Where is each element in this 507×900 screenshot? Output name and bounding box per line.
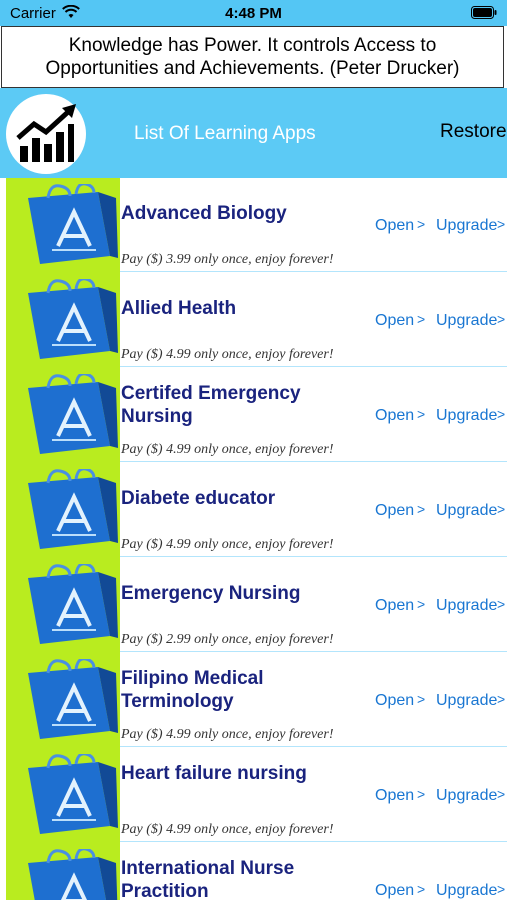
app-store-bag-icon — [18, 752, 118, 838]
app-price: Pay ($) 2.99 only once, enjoy forever! — [121, 632, 334, 647]
chevron-right-icon: > — [417, 216, 426, 232]
row-divider — [120, 271, 507, 272]
open-button[interactable]: Open — [375, 217, 414, 235]
list-item[interactable]: Advanced Biology Pay ($) 3.99 only once,… — [0, 178, 507, 273]
open-button[interactable]: Open — [375, 597, 414, 615]
row-divider — [120, 651, 507, 652]
app-name: International Nurse Practition — [121, 858, 295, 900]
status-time: 4:48 PM — [225, 5, 282, 22]
chevron-right-icon: > — [497, 691, 506, 707]
upgrade-button[interactable]: Upgrade — [436, 597, 497, 615]
page-title: List Of Learning Apps — [134, 123, 316, 144]
app-name: Advanced Biology — [121, 203, 287, 224]
upgrade-button[interactable]: Upgrade — [436, 407, 497, 425]
app-store-bag-icon — [18, 847, 118, 900]
app-store-bag-icon — [18, 277, 118, 363]
list-item[interactable]: International Nurse Practition Open > Up… — [0, 843, 507, 900]
app-store-bag-icon — [18, 182, 118, 268]
chevron-right-icon: > — [417, 691, 426, 707]
open-button[interactable]: Open — [375, 787, 414, 805]
open-button[interactable]: Open — [375, 312, 414, 330]
chevron-right-icon: > — [417, 786, 426, 802]
upgrade-button[interactable]: Upgrade — [436, 312, 497, 330]
chevron-right-icon: > — [497, 501, 506, 517]
open-button[interactable]: Open — [375, 692, 414, 710]
status-bar: Carrier 4:48 PM — [0, 0, 507, 26]
chevron-right-icon: > — [417, 596, 426, 612]
app-price: Pay ($) 4.99 only once, enjoy forever! — [121, 347, 334, 362]
chevron-right-icon: > — [497, 311, 506, 327]
app-header: List Of Learning Apps Restore — [0, 88, 507, 178]
list-item[interactable]: Filipino Medical Terminology Pay ($) 4.9… — [0, 653, 507, 748]
app-price: Pay ($) 4.99 only once, enjoy forever! — [121, 442, 334, 457]
app-name: Heart failure nursing — [121, 763, 307, 784]
chevron-right-icon: > — [417, 406, 426, 422]
app-price: Pay ($) 4.99 only once, enjoy forever! — [121, 822, 334, 837]
chevron-right-icon: > — [497, 881, 506, 897]
app-name: Certifed Emergency Nursing — [121, 383, 301, 427]
app-price: Pay ($) 3.99 only once, enjoy forever! — [121, 252, 334, 267]
quote-banner: Knowledge has Power. It controls Access … — [1, 26, 504, 88]
row-divider — [120, 841, 507, 842]
app-logo — [6, 94, 86, 174]
chevron-right-icon: > — [497, 406, 506, 422]
row-divider — [120, 366, 507, 367]
chevron-right-icon: > — [417, 501, 426, 517]
chevron-right-icon: > — [497, 216, 506, 232]
app-name: Diabete educator — [121, 488, 276, 509]
open-button[interactable]: Open — [375, 502, 414, 520]
battery-icon — [471, 6, 497, 19]
row-divider — [120, 746, 507, 747]
app-store-bag-icon — [18, 372, 118, 458]
app-name: Emergency Nursing — [121, 583, 301, 604]
chevron-right-icon: > — [497, 596, 506, 612]
apps-list: Advanced Biology Pay ($) 3.99 only once,… — [0, 178, 507, 900]
app-name: Filipino Medical Terminology — [121, 668, 264, 712]
row-divider — [120, 556, 507, 557]
chevron-right-icon: > — [417, 311, 426, 327]
list-item[interactable]: Heart failure nursing Pay ($) 4.99 only … — [0, 748, 507, 843]
app-name: Allied Health — [121, 298, 237, 319]
row-divider — [120, 461, 507, 462]
chevron-right-icon: > — [417, 881, 426, 897]
list-item[interactable]: Certifed Emergency Nursing Pay ($) 4.99 … — [0, 368, 507, 463]
app-price: Pay ($) 4.99 only once, enjoy forever! — [121, 537, 334, 552]
chevron-right-icon: > — [497, 786, 506, 802]
open-button[interactable]: Open — [375, 407, 414, 425]
upgrade-button[interactable]: Upgrade — [436, 502, 497, 520]
app-store-bag-icon — [18, 467, 118, 553]
open-button[interactable]: Open — [375, 882, 414, 900]
restore-button[interactable]: Restore — [440, 121, 507, 143]
upgrade-button[interactable]: Upgrade — [436, 882, 497, 900]
upgrade-button[interactable]: Upgrade — [436, 217, 497, 235]
chart-growth-icon — [16, 104, 76, 162]
list-item[interactable]: Diabete educator Pay ($) 4.99 only once,… — [0, 463, 507, 558]
upgrade-button[interactable]: Upgrade — [436, 787, 497, 805]
list-item[interactable]: Emergency Nursing Pay ($) 2.99 only once… — [0, 558, 507, 653]
app-store-bag-icon — [18, 657, 118, 743]
list-item[interactable]: Allied Health Pay ($) 4.99 only once, en… — [0, 273, 507, 368]
upgrade-button[interactable]: Upgrade — [436, 692, 497, 710]
app-store-bag-icon — [18, 562, 118, 648]
app-price: Pay ($) 4.99 only once, enjoy forever! — [121, 727, 334, 742]
